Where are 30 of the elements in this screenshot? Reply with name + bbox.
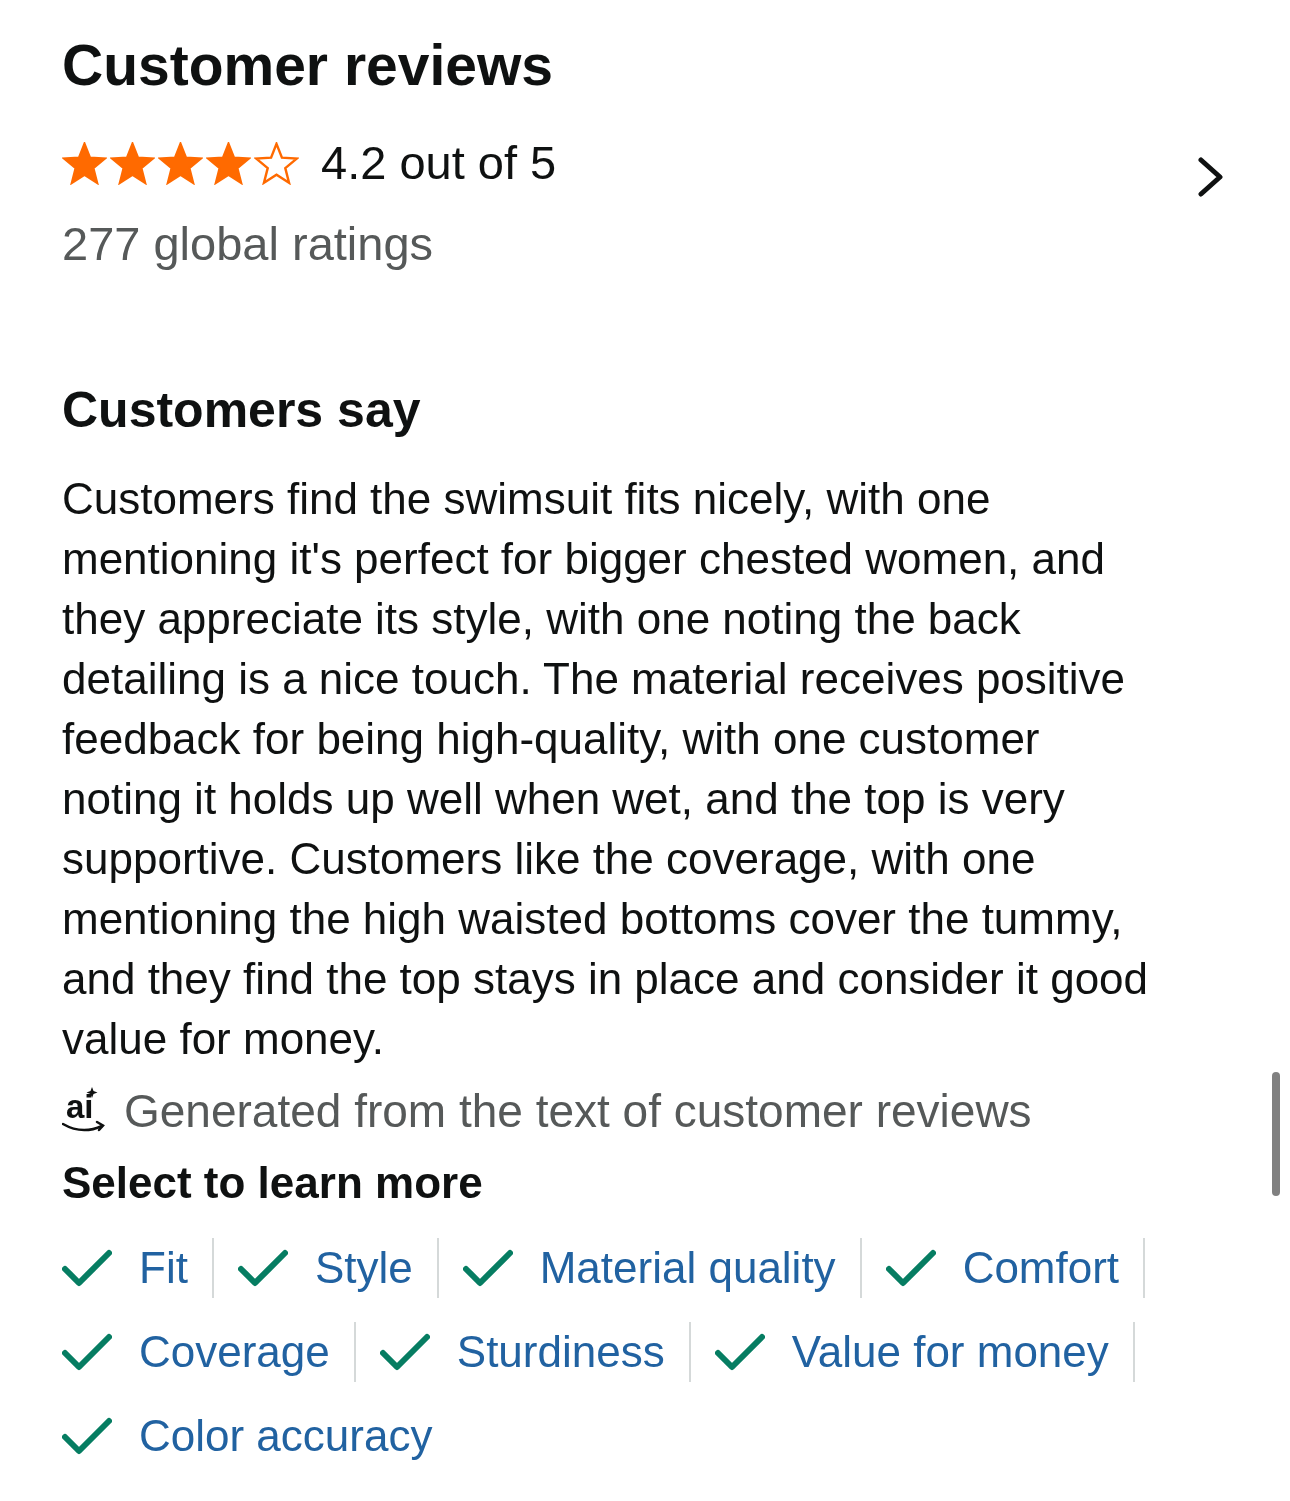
- checkmark-icon: [379, 1333, 430, 1371]
- section-heading: Customers say: [62, 381, 421, 440]
- filled-star-icon: [206, 141, 251, 185]
- checkmark-icon: [714, 1333, 765, 1371]
- aspect-filter-button[interactable]: Material quality: [462, 1236, 836, 1300]
- aspect-filter-button[interactable]: Comfort: [885, 1236, 1120, 1300]
- filled-star-icon: [62, 141, 107, 185]
- review-summary-text: Customers find the swimsuit fits nicely, with one mentioning it's perfect for bigger chested women, and they appreciate its style, with one noting the back detailing is a nice touch. The material receives positive feedback for being high-quality, with one customer noting it holds up well when wet, and the top is very supportive. Customers like the coverage, with one mentioning the high waisted bottoms cover the tummy, and they find the top stays in place and consider it good value for money.: [62, 473, 1150, 1065]
- ai-generated-note: Generated from the text of customer reviews: [124, 1084, 1032, 1139]
- aspect-filter-button[interactable]: Style: [237, 1236, 413, 1300]
- aspect-filter-button[interactable]: Coverage: [62, 1320, 330, 1384]
- ai-logo: ai: [62, 1087, 108, 1135]
- aspect-filter-button[interactable]: Value for money: [714, 1320, 1109, 1384]
- chevron-right-icon[interactable]: [1198, 157, 1224, 197]
- ratings-count: 277 global ratings: [62, 216, 434, 272]
- rating-summary: 4.2 out of 5: [321, 135, 557, 191]
- aspect-filter-button[interactable]: Fit: [62, 1236, 188, 1300]
- checkmark-icon: [62, 1333, 112, 1371]
- filled-star-icon: [110, 141, 155, 185]
- filled-star-icon: [158, 141, 203, 185]
- checkmark-icon: [62, 1417, 112, 1455]
- aspects-heading: Select to learn more: [62, 1157, 483, 1209]
- empty-star-icon: [254, 141, 299, 185]
- section-title: Customer reviews: [62, 32, 554, 98]
- checkmark-icon: [462, 1249, 513, 1287]
- aspect-filter-button[interactable]: Sturdiness: [379, 1320, 665, 1384]
- checkmark-icon: [237, 1249, 288, 1287]
- checkmark-icon: [885, 1249, 936, 1287]
- checkmark-icon: [62, 1249, 112, 1287]
- aspect-filter-button[interactable]: Color accuracy: [62, 1404, 433, 1468]
